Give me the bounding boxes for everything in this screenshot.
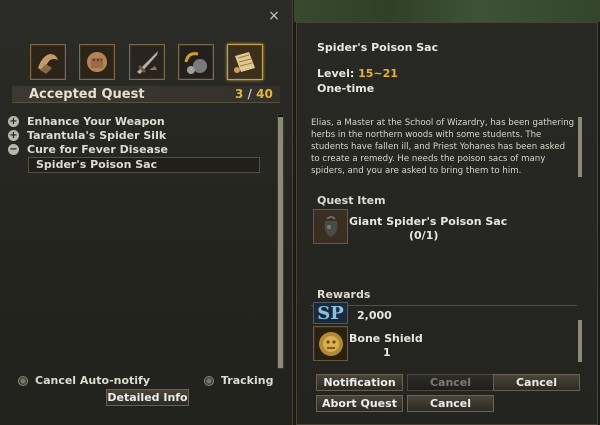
quest-list-scrollbar[interactable]	[277, 114, 284, 369]
quest-type: One-time	[317, 82, 375, 95]
subquest-spiders-poison-sac[interactable]: Spider's Poison Sac	[28, 157, 260, 173]
accepted-quest-label: Accepted Quest	[29, 87, 145, 102]
level-label: Level:	[317, 67, 355, 80]
cancel-disabled-button[interactable]: Cancel	[407, 374, 494, 391]
accepted-max: 40	[256, 87, 273, 101]
weapon-category-icon[interactable]	[30, 44, 66, 80]
cancel-auto-notify-option[interactable]: Cancel Auto-notify	[18, 374, 150, 387]
quest-label: Tarantula's Spider Silk	[27, 128, 167, 142]
collapse-icon[interactable]: −	[8, 143, 19, 155]
poison-sac-icon	[313, 209, 348, 244]
scroll-category-icon[interactable]	[227, 44, 263, 80]
notification-button[interactable]: Notification	[316, 374, 403, 391]
reward-sp-amount: 2,000	[357, 309, 392, 322]
sword-category-icon[interactable]	[129, 44, 165, 80]
tracking-option[interactable]: Tracking	[204, 374, 273, 387]
accepted-quest-count: 3 / 40	[235, 86, 273, 103]
radio-icon[interactable]	[18, 375, 28, 386]
quest-item-tarantula-silk[interactable]: + Tarantula's Spider Silk	[8, 128, 270, 142]
quest-item-label: Quest Item	[317, 194, 386, 207]
level-value: 15~21	[358, 67, 398, 80]
quest-item-name: Giant Spider's Poison Sac	[349, 215, 508, 228]
quest-label: Enhance Your Weapon	[27, 114, 165, 128]
quest-item-cure-fever[interactable]: − Cure for Fever Disease	[8, 142, 270, 156]
bone-shield-icon	[313, 326, 348, 361]
sp-icon-text: SP	[317, 302, 344, 324]
rewards-scrollbar[interactable]	[578, 320, 582, 362]
quest-level: Level: 15~21	[317, 67, 398, 80]
map-background	[294, 0, 600, 22]
cancel-button-top[interactable]: Cancel	[493, 374, 580, 391]
cancel-auto-notify-label: Cancel Auto-notify	[35, 374, 151, 387]
quest-description: Elias, a Master at the School of Wizardr…	[311, 118, 575, 176]
tracking-label: Tracking	[221, 374, 274, 387]
quest-list: + Enhance Your Weapon + Tarantula's Spid…	[8, 114, 270, 156]
quest-journal-panel: × Accepted Quest 3 / 40 + Enhance Your W…	[0, 0, 293, 425]
fist-category-icon[interactable]	[79, 44, 115, 80]
expand-icon[interactable]: +	[8, 129, 19, 141]
quest-label: Cure for Fever Disease	[27, 142, 168, 156]
accepted-quest-header: Accepted Quest 3 / 40	[12, 86, 280, 103]
quest-item-enhance-weapon[interactable]: + Enhance Your Weapon	[8, 114, 270, 128]
gear-category-icon[interactable]	[178, 44, 214, 80]
accepted-current: 3	[235, 87, 244, 101]
scrollbar-thumb[interactable]	[278, 117, 283, 368]
reward-item-name: Bone Shield	[349, 332, 423, 345]
expand-icon[interactable]: +	[8, 115, 19, 127]
rewards-divider	[311, 296, 577, 306]
quest-title: Spider's Poison Sac	[317, 41, 439, 54]
abort-quest-button[interactable]: Abort Quest	[316, 395, 403, 412]
radio-icon[interactable]	[204, 375, 214, 386]
quest-details-panel: Spider's Poison Sac Level: 15~21 One-tim…	[296, 22, 598, 425]
detailed-info-button[interactable]: Detailed Info	[106, 389, 189, 406]
quest-item-quantity: (0/1)	[409, 229, 439, 242]
description-scrollbar[interactable]	[578, 117, 582, 177]
cancel-button-bottom[interactable]: Cancel	[407, 395, 494, 412]
close-icon[interactable]: ×	[266, 8, 282, 24]
accepted-separator: /	[247, 87, 252, 101]
reward-item-quantity: 1	[383, 346, 391, 359]
sp-icon: SP	[313, 302, 348, 324]
